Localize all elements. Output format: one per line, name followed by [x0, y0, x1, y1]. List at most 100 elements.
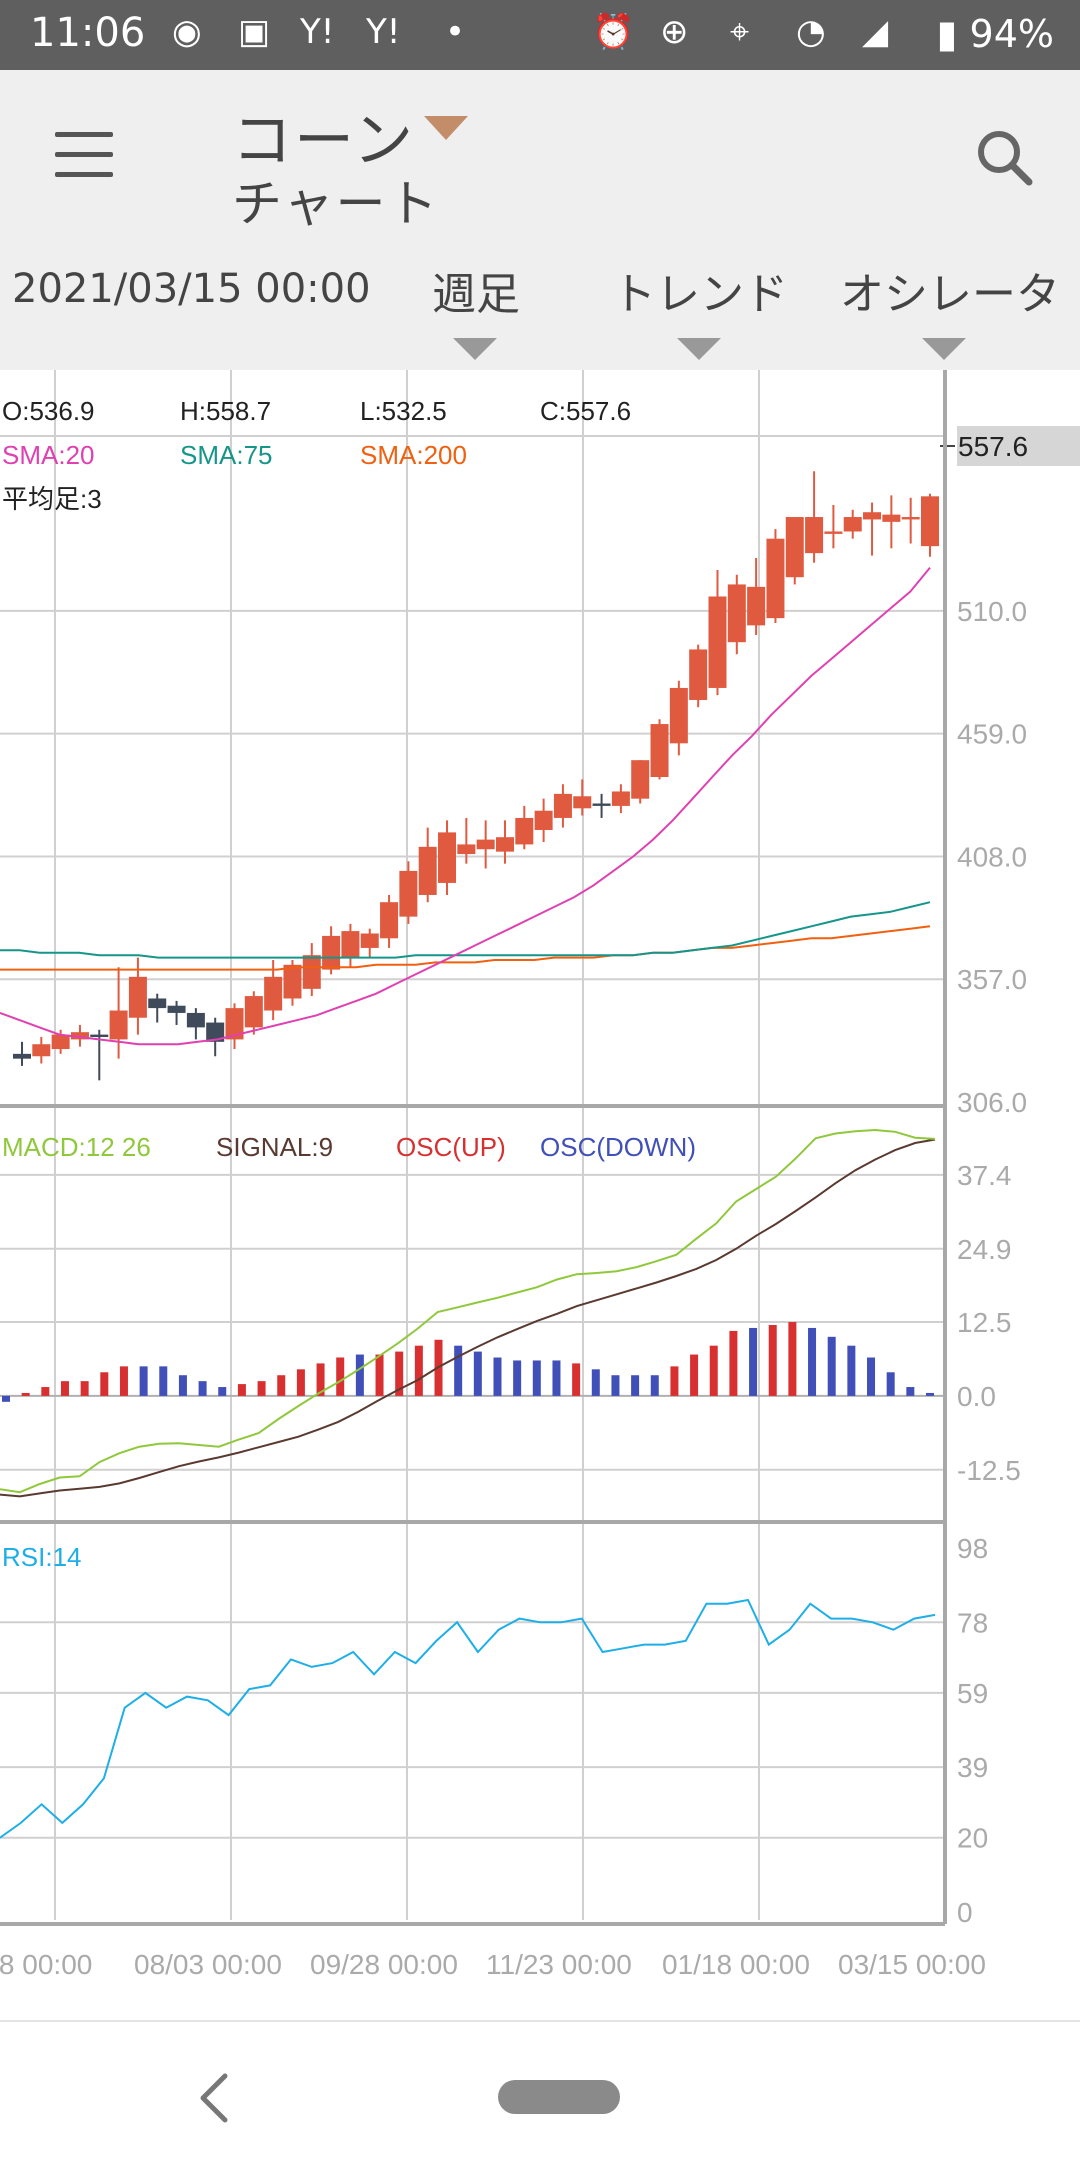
oscillator-selector[interactable]: オシレータ	[840, 258, 1060, 322]
osc-bar	[591, 1369, 600, 1396]
osc-bar	[414, 1345, 423, 1396]
osc-bar	[729, 1330, 738, 1396]
macd-panel: MACD:12 26 SIGNAL:9 OSC(UP) OSC(DOWN)	[0, 1128, 936, 1498]
home-button[interactable]	[498, 2080, 620, 2114]
period-selector[interactable]: 週足	[432, 258, 520, 322]
battery-level: ▮ 94%	[937, 12, 1054, 56]
trend-dropdown-icon[interactable]	[677, 338, 721, 360]
candle-body	[515, 817, 534, 845]
legend-rsi: RSI:14	[2, 1542, 82, 1572]
osc-bar	[139, 1366, 148, 1396]
osc-bar	[631, 1375, 640, 1396]
chrome-icon: ◉	[172, 12, 202, 52]
candle-body	[901, 517, 920, 520]
y-tick-label: 510.0	[957, 596, 1027, 627]
yahoo-icon: Y!	[300, 12, 335, 52]
ohlc-high: H:558.7	[180, 396, 271, 426]
candle-body	[186, 1012, 205, 1028]
candle-body	[32, 1044, 51, 1057]
candle-body	[650, 724, 669, 778]
osc-bar	[572, 1363, 581, 1396]
candle-body	[109, 1010, 128, 1040]
osc-bar	[670, 1366, 679, 1396]
y-tick-label: 459.0	[957, 719, 1027, 750]
rsi-line	[0, 1598, 936, 1839]
battery-percent: 94%	[969, 12, 1054, 56]
macd-line	[0, 1128, 936, 1494]
candle-body	[824, 531, 843, 534]
candle-body	[708, 596, 727, 688]
status-bar: 11:06 ◉ ▣ Y! Y! • ⏰ ⊕ ⌖ ◔ ◢ ▮ 94%	[0, 0, 1080, 70]
osc-bar	[788, 1322, 797, 1396]
y-tick-label: 37.4	[957, 1160, 1012, 1191]
y-tick-label: 12.5	[957, 1307, 1012, 1338]
ohlc-open: O:536.9	[2, 396, 95, 426]
location-icon: ⌖	[730, 12, 750, 52]
menu-icon[interactable]	[55, 132, 113, 180]
osc-bar	[768, 1325, 777, 1396]
osc-bar	[41, 1387, 50, 1396]
navigation-bar	[0, 2020, 1080, 2162]
legend-signal: SIGNAL:9	[216, 1132, 333, 1162]
osc-bar	[847, 1345, 856, 1396]
candle-body	[399, 870, 418, 917]
signal-line	[0, 1138, 936, 1498]
y-tick-label: -12.5	[957, 1455, 1021, 1486]
x-tick-label: 09/28 00:00	[310, 1949, 458, 1980]
legend-osc-up: OSC(UP)	[396, 1132, 506, 1162]
y-tick-label: 59	[957, 1678, 988, 1709]
candle-body	[264, 976, 283, 1011]
osc-bar	[296, 1369, 305, 1396]
candlestick-panel: O:536.9 H:558.7 L:532.5 C:557.6 SMA:20 S…	[0, 396, 1080, 1081]
osc-bar	[277, 1375, 286, 1396]
osc-bar	[454, 1345, 463, 1396]
y-tick-label: 0	[957, 1897, 973, 1928]
candle-body	[553, 793, 572, 818]
price-chart[interactable]: O:536.9 H:558.7 L:532.5 C:557.6 SMA:20 S…	[0, 370, 1080, 2020]
candle-body	[611, 791, 630, 806]
x-tick-label: 01/18 00:00	[662, 1949, 810, 1980]
candle-body	[302, 955, 321, 989]
legend-sma20: SMA:20	[2, 440, 95, 470]
commodity-dropdown-icon[interactable]	[424, 116, 468, 140]
period-dropdown-icon[interactable]	[453, 338, 497, 360]
candle-body	[90, 1034, 109, 1038]
oscillator-dropdown-icon[interactable]	[922, 338, 966, 360]
legend-sma200: SMA:200	[360, 440, 467, 470]
back-icon[interactable]	[195, 2068, 235, 2128]
osc-bar	[2, 1395, 10, 1402]
candle-body	[128, 976, 147, 1018]
candle-body	[747, 586, 766, 626]
notification-dot-icon: •	[445, 12, 466, 52]
app-bar: コーン チャート 2021/03/15 00:00 週足 トレンド オシレータ	[0, 70, 1080, 370]
image-icon: ▣	[238, 12, 271, 52]
page-subtitle: チャート	[232, 175, 440, 233]
search-icon[interactable]	[975, 128, 1033, 186]
osc-bar	[21, 1392, 30, 1396]
trend-selector[interactable]: トレンド	[612, 258, 788, 322]
osc-bar	[867, 1357, 876, 1396]
candle-body	[244, 996, 263, 1028]
candle-body	[669, 687, 688, 744]
osc-bar	[709, 1345, 718, 1396]
sma20-line	[0, 566, 931, 1046]
candle-body	[380, 902, 399, 939]
candle-body	[727, 584, 746, 643]
candle-body	[283, 964, 302, 999]
candle-body	[689, 649, 708, 700]
candle-body	[882, 514, 901, 522]
candle-body	[805, 517, 824, 554]
candle-body	[863, 512, 882, 520]
candle-body	[495, 837, 514, 852]
osc-bar	[100, 1372, 109, 1396]
osc-bar	[257, 1381, 266, 1396]
legend-macd: MACD:12 26	[2, 1132, 151, 1162]
candle-body	[631, 760, 650, 799]
osc-bar	[808, 1327, 817, 1396]
y-tick-label: 78	[957, 1607, 988, 1638]
osc-bar	[355, 1354, 364, 1396]
osc-bar	[375, 1354, 384, 1396]
candle-body	[322, 935, 341, 970]
y-tick-label: 408.0	[957, 841, 1027, 872]
osc-bar	[513, 1360, 522, 1396]
